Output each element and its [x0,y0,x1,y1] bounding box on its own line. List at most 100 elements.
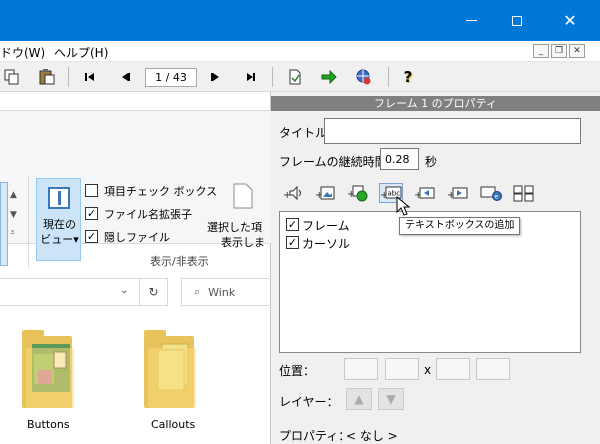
menu-bar: ドウ(W) ヘルプ(H) _ ❐ ✕ [0,41,600,62]
panel-header: フレーム 1 のプロパティ [271,96,600,111]
add-link-button[interactable]: e [479,183,503,203]
list-item-frame-toggle[interactable]: ✓ [286,218,299,231]
list-item-cursor-toggle[interactable]: ✓ [286,236,299,249]
close-icon: ✕ [573,46,581,56]
minimize-button[interactable] [448,0,494,41]
close-button[interactable]: ✕ [540,0,600,41]
minimize-icon [465,20,477,21]
hide-selected-label-2: 表示しま [221,236,265,249]
frames-icon [513,185,534,202]
list-item-frame-label[interactable]: フレーム [302,217,350,234]
menu-help[interactable]: ヘルプ(H) [54,44,108,61]
page-indicator[interactable]: 1 / 43 [145,68,197,87]
copy-button[interactable] [2,67,22,87]
mouse-pointer-icon [396,196,410,216]
hidden-files-toggle[interactable]: ✓ [85,230,98,243]
title-label: タイトル [279,126,328,140]
next-frame-button[interactable] [206,67,226,87]
position-label: 位置： [279,364,316,378]
gallery-scroll-icon: ▼ [10,210,17,220]
previous-frame-button[interactable] [115,67,135,87]
paste-button[interactable] [37,67,57,87]
add-button-next-button[interactable]: + [446,183,470,203]
add-sound-button[interactable]: + [281,183,305,203]
next-frame-icon [211,73,219,81]
hide-selected-icon [233,183,253,209]
first-frame-button[interactable] [80,67,100,87]
close-icon: ✕ [563,10,577,30]
maximize-button[interactable] [494,0,540,41]
mdi-restore-button[interactable]: ❐ [551,44,567,58]
toolbar-separator [68,67,69,87]
view-columns-icon [48,187,70,209]
search-placeholder: Wink [208,285,236,299]
add-button-prev-button[interactable]: + [413,183,437,203]
paste-icon [39,69,55,85]
image-icon: + [315,186,335,201]
folder-buttons[interactable] [22,330,74,408]
menu-window[interactable]: ドウ(W) [0,44,45,61]
document-icon [289,69,301,85]
refresh-button[interactable]: ↻ [140,278,168,306]
globe-play-icon [356,69,371,85]
hide-selected-label[interactable]: 選択した項 [207,219,262,235]
title-input[interactable] [324,118,581,144]
mdi-minimize-button[interactable]: _ [533,44,549,58]
help-button[interactable]: ? [398,67,418,87]
arrow-up-icon: ▲ [354,392,364,406]
duration-unit: 秒 [425,155,438,169]
copy-icon [4,69,19,85]
position-y-input[interactable] [385,358,419,380]
folder-callouts[interactable] [144,330,196,408]
folder-name: Callouts [151,418,196,431]
preview-button[interactable] [354,67,374,87]
refresh-icon: ↻ [148,285,159,299]
gallery-expand-icon: ⩡ [10,228,16,238]
layer-down-button[interactable]: ▼ [378,388,404,410]
duration-label: フレームの継続時間 [279,155,387,169]
property-value: < なし > [346,429,398,443]
position-x-input[interactable] [344,358,378,380]
list-item-cursor-label[interactable]: カーソル [302,235,350,252]
item-checkbox-toggle[interactable] [85,184,98,197]
layer-label: レイヤー： [279,395,339,409]
file-extension-toggle[interactable]: ✓ [85,207,98,220]
speaker-icon: + [283,185,301,201]
button-link-icon: e [480,186,502,201]
goto-button[interactable] [319,67,339,87]
search-icon: ⌕ [194,285,201,298]
maximize-icon [512,15,522,26]
help-icon: ? [403,68,413,86]
first-frame-icon [85,73,94,81]
button-back-icon: + [414,187,435,201]
toolbar-separator [272,67,273,87]
add-shape-button[interactable]: + [346,183,370,203]
minimize-icon: _ [538,46,544,56]
layer-up-button[interactable]: ▲ [346,388,372,410]
frame-page-button[interactable] [285,67,305,87]
property-label: プロパティ： [279,429,351,443]
ribbon-separator [28,176,29,268]
show-hide-group-label: 表示/非表示 [150,255,209,268]
folder-name: Buttons [27,418,70,431]
hidden-files-label: 隠しファイル [104,231,170,244]
textbox-tooltip: テキストボックスの追加 [399,217,520,235]
arrow-right-icon [321,69,337,85]
add-frame-button[interactable] [512,183,536,203]
size-height-input[interactable] [476,358,510,380]
last-frame-button[interactable] [241,67,261,87]
current-view-button[interactable]: 現在の ビュー▾ [36,178,81,261]
duration-input[interactable]: 0.28 [380,148,419,170]
mdi-close-button[interactable]: ✕ [569,44,585,58]
address-bar[interactable] [0,278,140,306]
search-input[interactable]: ⌕ Wink [181,278,276,306]
item-checkbox-label: 項目チェック ボックス [104,185,218,198]
main-toolbar: 1 / 43 ? [0,62,600,92]
chevron-down-icon[interactable]: ⌄ [120,285,128,296]
previous-frame-icon [122,73,130,81]
position-separator: x [424,363,432,377]
last-frame-icon [247,73,255,81]
title-bar: ✕ [0,0,600,41]
size-width-input[interactable] [436,358,470,380]
add-image-button[interactable]: + [313,183,337,203]
